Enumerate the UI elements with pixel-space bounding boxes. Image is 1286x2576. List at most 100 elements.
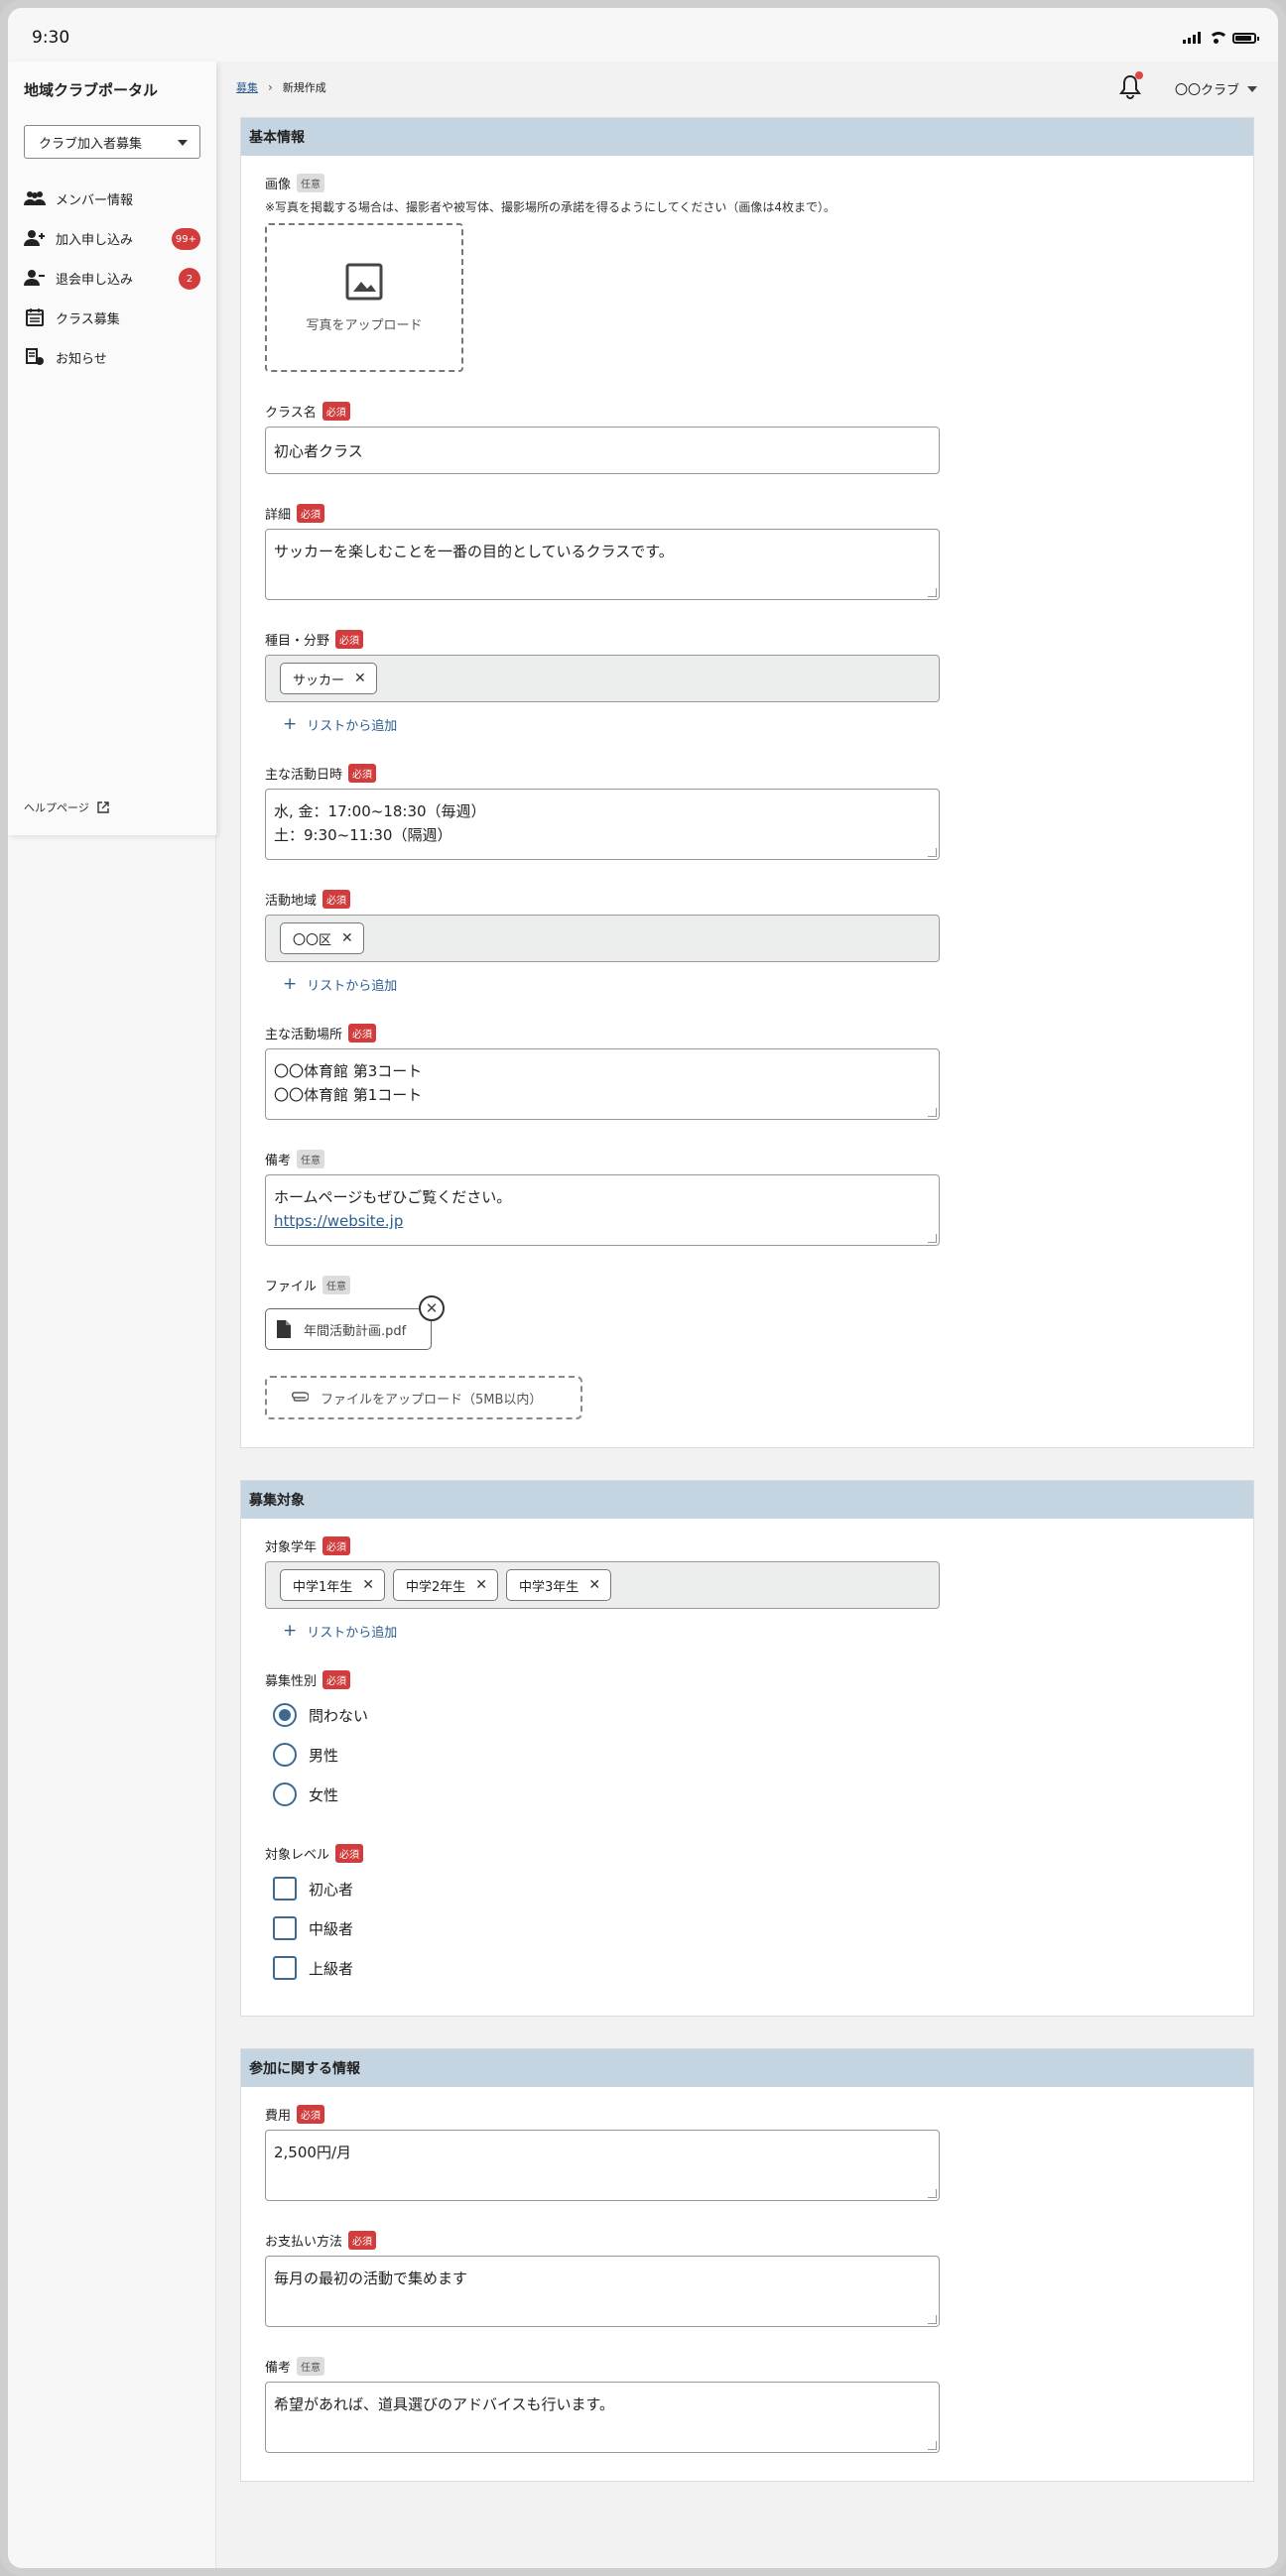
- field-label: お支払い方法 必須: [265, 2231, 1229, 2250]
- sidebar-panel: 地域クラブポータル クラブ加入者募集 メンバー情報 加入申し込み 99+ 退会申…: [8, 61, 216, 835]
- close-icon[interactable]: ✕: [475, 1577, 487, 1593]
- checkbox[interactable]: [273, 1956, 297, 1980]
- sidebar-item-leave-requests[interactable]: 退会申し込み 2: [24, 258, 200, 298]
- field-label: 主な活動場所 必須: [265, 1024, 1229, 1043]
- gender-option-any[interactable]: 問わない: [265, 1695, 1229, 1735]
- sidebar: 地域クラブポータル クラブ加入者募集 メンバー情報 加入申し込み 99+ 退会申…: [8, 61, 216, 2568]
- count-badge: 2: [179, 268, 200, 290]
- sidebar-item-label: メンバー情報: [56, 192, 134, 208]
- detail-textarea[interactable]: サッカーを楽しむことを一番の目的としているクラスです。: [265, 529, 940, 600]
- basic-info-body: 画像 任意 ※写真を掲載する場合は、撮影者や被写体、撮影場所の承諾を得るようにし…: [241, 156, 1253, 1447]
- join-remarks-field: 備考 任意 希望があれば、道具選びのアドバイスも行います。: [265, 2357, 1229, 2453]
- breadcrumb-current: 新規作成: [282, 81, 326, 94]
- people-icon: [24, 189, 46, 207]
- sidebar-item-members[interactable]: メンバー情報: [24, 179, 200, 218]
- payment-textarea[interactable]: 毎月の最初の活動で集めます: [265, 2256, 940, 2327]
- checkbox[interactable]: [273, 1916, 297, 1940]
- announcement-icon: [24, 348, 46, 366]
- checkbox[interactable]: [273, 1877, 297, 1901]
- sidebar-item-label: お知らせ: [56, 351, 107, 367]
- required-tag: 必須: [322, 1670, 351, 1689]
- website-link[interactable]: https://website.jp: [274, 1209, 931, 1233]
- area-chip-box[interactable]: 〇〇区 ✕: [265, 915, 940, 962]
- status-bar: 9:30: [8, 8, 1278, 61]
- schedule-textarea[interactable]: 水, 金：17:00~18:30（毎週） 土：9:30~11:30（隔週）: [265, 789, 940, 860]
- device-frame: 9:30 地域クラブポータル クラブ加入者募集 メンバー情報 加入申し込み 99…: [0, 0, 1286, 2576]
- close-icon[interactable]: ✕: [362, 1577, 374, 1593]
- area-chip: 〇〇区 ✕: [280, 922, 364, 954]
- grade-chip: 中学1年生 ✕: [280, 1569, 386, 1601]
- place-textarea[interactable]: 〇〇体育館 第3コート 〇〇体育館 第1コート: [265, 1048, 940, 1120]
- close-icon[interactable]: ✕: [354, 671, 366, 686]
- photo-upload-area[interactable]: 写真をアップロード: [265, 223, 463, 372]
- fee-textarea[interactable]: 2,500円/月: [265, 2130, 940, 2201]
- sidebar-nav: メンバー情報 加入申し込み 99+ 退会申し込み 2 クラス募集 お知らせ: [24, 179, 200, 377]
- field-label: 詳細 必須: [265, 504, 1229, 523]
- chevron-down-icon: [1247, 85, 1258, 92]
- gender-option-female[interactable]: 女性: [265, 1775, 1229, 1814]
- category-chip-box[interactable]: サッカー ✕: [265, 655, 940, 702]
- add-from-list-label: リストから追加: [307, 718, 398, 734]
- textarea-line: 土：9:30~11:30（隔週）: [274, 826, 452, 844]
- club-select[interactable]: クラブ加入者募集: [24, 125, 200, 159]
- level-option-advanced[interactable]: 上級者: [265, 1948, 1229, 1988]
- gender-field: 募集性別 必須 問わない 男性 女性: [265, 1670, 1229, 1814]
- sidebar-item-announcements[interactable]: お知らせ: [24, 337, 200, 377]
- basic-info-card: 基本情報 画像 任意 ※写真を掲載する場合は、撮影者や被写体、撮影場所の承諾を得…: [240, 117, 1254, 1448]
- add-from-list-button[interactable]: + リストから追加: [283, 714, 1229, 734]
- field-label: 対象学年 必須: [265, 1536, 1229, 1555]
- field-label: 備考 任意: [265, 1150, 1229, 1168]
- required-tag: 必須: [348, 1024, 377, 1043]
- required-tag: 必須: [322, 1536, 351, 1555]
- user-menu[interactable]: 〇〇クラブ: [1175, 79, 1258, 98]
- upload-photo-label: 写真をアップロード: [306, 317, 423, 333]
- field-label: 募集性別 必須: [265, 1670, 1229, 1689]
- close-icon[interactable]: ✕: [341, 930, 353, 946]
- grade-chip-box[interactable]: 中学1年生 ✕ 中学2年生 ✕ 中学3年生 ✕: [265, 1561, 940, 1609]
- field-label: 対象レベル 必須: [265, 1844, 1229, 1863]
- optional-tag: 任意: [297, 2357, 325, 2376]
- add-from-list-button[interactable]: + リストから追加: [283, 1621, 1229, 1641]
- label-text: お支払い方法: [265, 2235, 343, 2250]
- section-title: 募集対象: [241, 1481, 1253, 1519]
- textarea-text: 毎月の最初の活動で集めます: [274, 2269, 468, 2287]
- sidebar-item-join-requests[interactable]: 加入申し込み 99+: [24, 218, 200, 258]
- participation-body: 費用 必須 2,500円/月 お支払い方法 必須 毎月の最初の活動で集めます 備…: [241, 2087, 1253, 2481]
- add-from-list-button[interactable]: + リストから追加: [283, 974, 1229, 994]
- textarea-text: 2,500円/月: [274, 2144, 351, 2161]
- remove-file-icon[interactable]: ✕: [419, 1295, 445, 1321]
- join-remarks-textarea[interactable]: 希望があれば、道具選びのアドバイスも行います。: [265, 2382, 940, 2453]
- required-tag: 必須: [348, 764, 377, 783]
- sidebar-item-class-recruit[interactable]: クラス募集: [24, 298, 200, 337]
- attached-file[interactable]: 年間活動計画.pdf ✕: [265, 1295, 445, 1350]
- gender-option-male[interactable]: 男性: [265, 1735, 1229, 1775]
- label-text: 種目・分野: [265, 634, 330, 649]
- file-upload-button[interactable]: ファイルをアップロード（5MB以内）: [265, 1376, 582, 1419]
- close-icon[interactable]: ✕: [588, 1577, 600, 1593]
- remarks-textarea[interactable]: ホームページもぜひご覧ください。 https://website.jp: [265, 1174, 940, 1246]
- user-name: 〇〇クラブ: [1175, 83, 1240, 98]
- notification-bell[interactable]: [1119, 71, 1143, 99]
- grade-chip: 中学2年生 ✕: [393, 1569, 499, 1601]
- help-link-label: ヘルプページ: [24, 801, 89, 814]
- class-name-input[interactable]: 初心者クラス: [265, 427, 940, 474]
- radio-selected[interactable]: [273, 1703, 297, 1727]
- radio-unselected[interactable]: [273, 1743, 297, 1767]
- target-body: 対象学年 必須 中学1年生 ✕ 中学2年生 ✕ 中学3年生 ✕ + リストから追…: [241, 1519, 1253, 2016]
- level-option-beginner[interactable]: 初心者: [265, 1869, 1229, 1908]
- count-badge: 99+: [171, 228, 200, 250]
- breadcrumb-link[interactable]: 募集: [236, 79, 258, 95]
- file-icon: [277, 1320, 291, 1338]
- help-page-link[interactable]: ヘルプページ: [24, 799, 109, 815]
- textarea-text: サッカーを楽しむことを一番の目的としているクラスです。: [274, 543, 674, 560]
- club-select-value: クラブ加入者募集: [39, 136, 143, 152]
- calendar-icon: [24, 308, 46, 326]
- plus-icon: +: [283, 974, 298, 994]
- class-name-field: クラス名 必須 初心者クラス: [265, 402, 1229, 474]
- radio-unselected[interactable]: [273, 1782, 297, 1806]
- chevron-down-icon: [178, 140, 188, 146]
- status-time: 9:30: [32, 28, 70, 48]
- wifi-icon: [1209, 32, 1228, 44]
- level-option-intermediate[interactable]: 中級者: [265, 1908, 1229, 1948]
- signal-icon: [1183, 32, 1201, 44]
